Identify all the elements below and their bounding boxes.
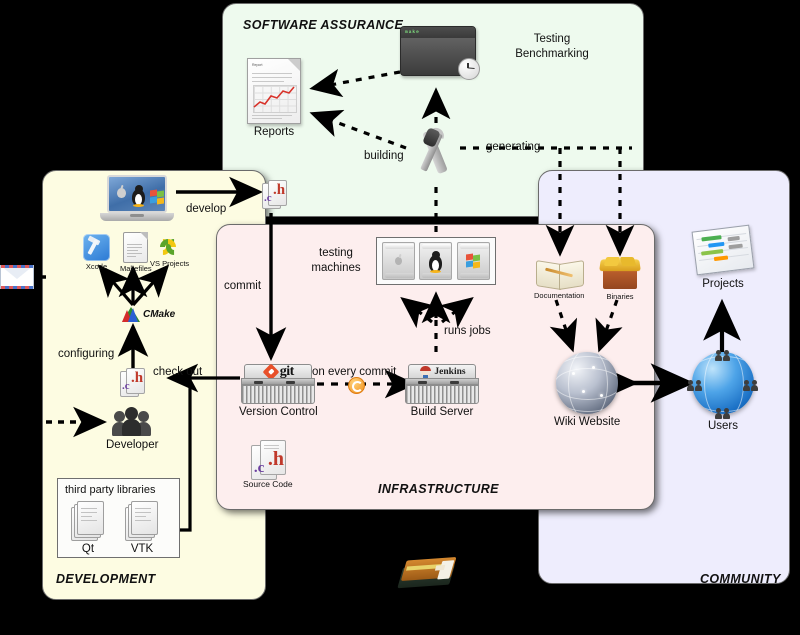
edge-label-develop: develop	[186, 203, 227, 215]
node-label-testing-machines-1: testing	[319, 247, 353, 259]
clock-icon	[458, 58, 480, 80]
node-label-users: Users	[707, 420, 739, 432]
makefile-document-icon	[123, 232, 149, 263]
terminal-window-clock-icon: make	[400, 26, 480, 80]
library-stack-icon	[71, 501, 105, 541]
user-group-icon	[715, 348, 730, 361]
git-server-icon: git	[241, 363, 316, 404]
node-makefiles[interactable]: Makefiles	[120, 232, 152, 273]
books-icon	[397, 550, 460, 598]
tower-machines-icon	[376, 237, 496, 285]
library-stack-icon	[125, 501, 159, 541]
sync-icon	[348, 377, 365, 394]
apple-icon	[117, 188, 126, 198]
node-header-file-top[interactable]: .c .h	[262, 180, 287, 209]
node-label-testing-benchmarking-1: Testing	[533, 33, 571, 45]
node-header-file-bottom[interactable]: .c .h	[120, 368, 145, 397]
node-binaries[interactable]: Binaries	[599, 257, 641, 301]
node-label-wiki-website: Wiki Website	[554, 416, 621, 428]
node-source-code[interactable]: .h .c Source Code	[243, 440, 293, 489]
node-label-documentation: Documentation	[534, 291, 585, 300]
edge-testing-to-reports	[309, 68, 401, 98]
node-label-third-party-libraries: third party libraries	[65, 484, 156, 496]
wrench-screwdriver-icon	[410, 125, 462, 180]
edge-label-building: building	[364, 150, 404, 162]
node-qt[interactable]: Qt	[71, 501, 105, 556]
people-icon	[112, 405, 152, 437]
report-sparkline-icon	[253, 86, 295, 108]
node-label-source-code: Source Code	[243, 479, 293, 489]
node-label-cmake: CMake	[143, 309, 176, 320]
node-label-testing-benchmarking-2: Benchmarking	[515, 48, 589, 60]
globe-grey-icon	[556, 352, 619, 414]
node-documentation[interactable]: Documentation	[534, 258, 584, 300]
visual-studio-icon	[151, 235, 185, 259]
node-label-makefiles: Makefiles	[120, 264, 152, 273]
user-group-icon	[715, 406, 730, 419]
edge-cmake-to-generators	[97, 264, 170, 307]
edge-docs-to-wiki	[549, 299, 623, 353]
edge-label-runs-jobs: runs jobs	[444, 325, 491, 337]
node-wiki-website[interactable]: Wiki Website	[554, 352, 620, 429]
user-group-icon	[687, 378, 702, 391]
node-projects[interactable]: Projects	[691, 224, 755, 291]
edge-tools-to-reports	[309, 109, 407, 150]
node-laptop[interactable]	[100, 175, 174, 225]
source-code-file-icon: .h .c	[250, 440, 286, 480]
package-crate-icon	[599, 257, 641, 291]
node-label-build-server: Build Server	[410, 406, 474, 418]
node-label-vtk: VTK	[130, 543, 154, 555]
node-developer[interactable]: Developer	[106, 405, 158, 452]
jenkins-wordmark: Jenkins	[434, 367, 466, 377]
node-users[interactable]: Users	[687, 350, 758, 433]
header-file-icon: .c .h	[262, 180, 287, 209]
node-vs-projects[interactable]: VS Projects	[150, 235, 190, 268]
diagram-canvas: SOFTWARE ASSURANCE COMMUNITY DEVELOPMENT…	[0, 0, 800, 635]
node-label-version-control: Version Control	[239, 406, 318, 418]
laptop-multiplatform-icon	[100, 175, 174, 225]
node-cmake[interactable]: CMake	[113, 307, 175, 322]
node-build-server[interactable]: Jenkins Build Server	[405, 364, 479, 419]
mac-tower-icon	[382, 242, 416, 280]
windows-tower-icon	[456, 242, 490, 280]
node-version-control[interactable]: git Version Control	[239, 363, 318, 419]
node-mail	[0, 265, 34, 289]
node-label-vs-projects: VS Projects	[150, 259, 190, 268]
node-tools[interactable]	[410, 125, 462, 180]
cmake-icon	[122, 307, 140, 322]
node-label-xcode: Xcode	[85, 262, 108, 271]
user-group-icon	[743, 378, 758, 391]
xcode-icon	[83, 234, 110, 261]
windows-logo-icon	[150, 189, 165, 205]
linux-tower-icon	[419, 242, 453, 280]
node-reports[interactable]: Report Reports	[247, 58, 301, 139]
open-book-icon	[536, 258, 585, 290]
node-label-developer: Developer	[106, 439, 159, 451]
jenkins-server-icon: Jenkins	[405, 364, 479, 404]
node-label-testing-machines-2: machines	[311, 262, 361, 274]
header-file-icon: .c .h	[120, 368, 145, 397]
node-books	[397, 550, 460, 598]
node-xcode[interactable]: Xcode	[83, 234, 110, 271]
node-third-party-libraries[interactable]: third party libraries Qt VTK	[57, 478, 180, 558]
edge-label-generating: generating	[486, 141, 541, 153]
jenkins-butler-icon	[420, 366, 432, 378]
node-testing-benchmarking[interactable]: make	[400, 26, 480, 80]
node-label-reports: Reports	[253, 126, 295, 138]
envelope-icon	[0, 265, 34, 289]
node-label-qt: Qt	[81, 543, 95, 555]
node-testing-machines[interactable]	[376, 237, 496, 285]
report-document-icon: Report	[247, 58, 301, 124]
node-vtk[interactable]: VTK	[125, 501, 159, 556]
edge-label-configuring: configuring	[58, 348, 115, 360]
node-label-projects: Projects	[702, 278, 744, 290]
project-chart-sheet-icon	[691, 224, 755, 276]
globe-blue-users-icon	[687, 350, 758, 419]
edge-label-commit: commit	[224, 280, 262, 292]
edge-runs-jobs	[400, 291, 474, 352]
edge-label-check-out: check out	[153, 366, 203, 378]
node-label-binaries: Binaries	[606, 292, 634, 301]
linux-penguin-icon	[131, 185, 146, 207]
